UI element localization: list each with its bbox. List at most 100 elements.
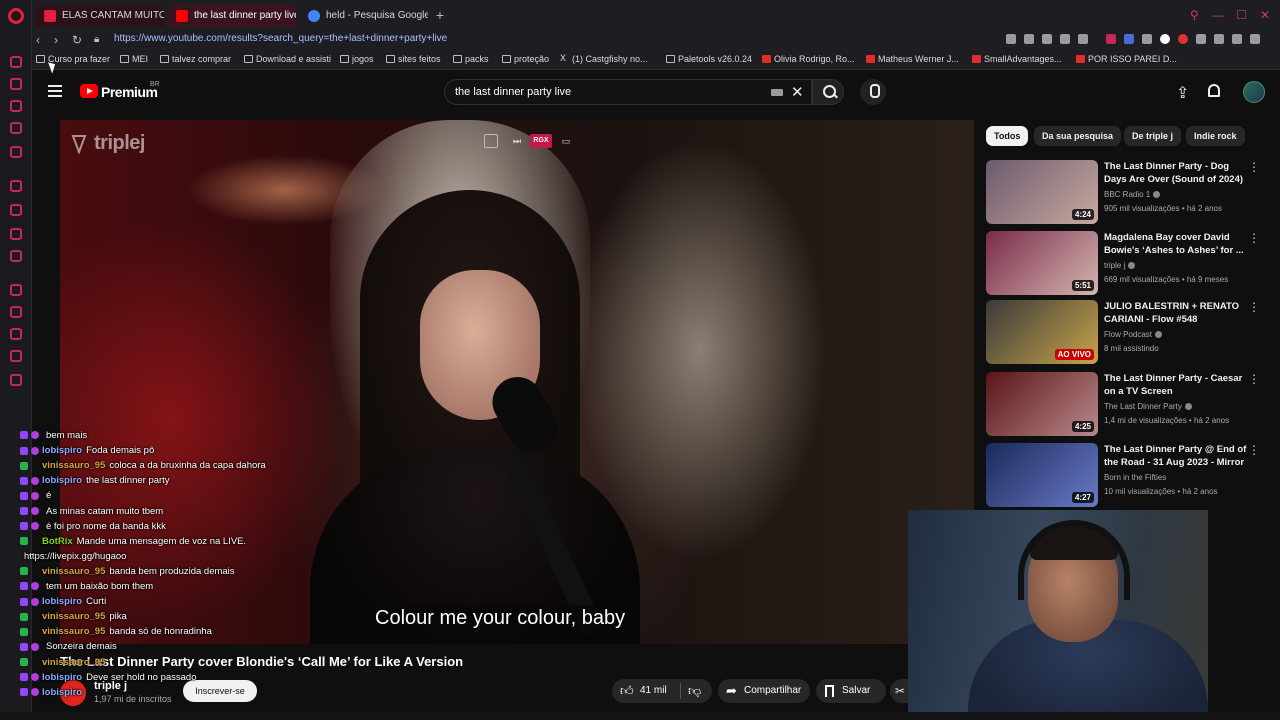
chat-username[interactable]: lobispiro xyxy=(42,596,82,607)
sidebar-x-icon[interactable] xyxy=(10,250,22,262)
extension-3-icon[interactable] xyxy=(1142,34,1152,44)
bookmark-item[interactable]: X (1) Castgfishy no... xyxy=(560,54,648,65)
new-tab-button[interactable]: + xyxy=(432,6,448,24)
url-field[interactable]: https://www.youtube.com/results?search_q… xyxy=(114,33,447,44)
dislike-icon[interactable]: 👎︎ xyxy=(688,683,701,699)
video-thumbnail[interactable]: 5:51 xyxy=(986,231,1098,295)
sidebar-settings-icon[interactable] xyxy=(10,374,22,386)
tab-google-search[interactable]: held - Pesquisa Google xyxy=(300,5,428,27)
miniplayer-icon[interactable] xyxy=(484,134,498,148)
extensions-icon[interactable] xyxy=(1214,34,1224,44)
chat-username[interactable]: lobispiro xyxy=(42,475,82,486)
tab-youtube-search[interactable]: the last dinner party live xyxy=(168,5,296,27)
search-input[interactable]: the last dinner party live ✕ xyxy=(444,79,812,105)
hamburger-menu-icon[interactable] xyxy=(48,85,62,97)
share-button[interactable]: ➦ Compartilhar xyxy=(718,679,810,703)
rgx-button[interactable]: RGX xyxy=(530,134,552,148)
bookmark-page-icon[interactable] xyxy=(1006,34,1016,44)
bookmark-item[interactable]: proteção xyxy=(502,54,549,64)
sidebar-twitch-icon[interactable] xyxy=(10,122,22,134)
extension-1-icon[interactable] xyxy=(1106,34,1116,44)
video-thumbnail[interactable]: 4:27 xyxy=(986,443,1098,507)
chat-username[interactable]: vinissauro_95 xyxy=(42,626,105,637)
save-button[interactable]: Salvar xyxy=(816,679,886,703)
chat-username[interactable]: vinissauro_95 xyxy=(42,611,105,622)
search-button[interactable] xyxy=(812,79,844,105)
sidebar-clock-icon[interactable] xyxy=(10,284,22,296)
back-icon[interactable]: ‹ xyxy=(36,32,40,48)
chip-todos[interactable]: Todos xyxy=(986,126,1029,146)
video-title[interactable]: The Last Dinner Party - Dog Days Are Ove… xyxy=(1104,160,1254,186)
extension-4-icon[interactable] xyxy=(1160,34,1170,44)
bookmark-item[interactable]: Download e assisti xyxy=(244,54,331,64)
more-options-icon[interactable]: ⋮ xyxy=(1248,160,1260,174)
tab-elas-cantam[interactable]: ELAS CANTAM MUITO! xyxy=(36,5,164,27)
shield-icon[interactable] xyxy=(1042,34,1052,44)
sidebar-whatsapp-icon[interactable] xyxy=(10,204,22,216)
bookmark-item[interactable]: sites feitos xyxy=(386,54,441,64)
clip-icon[interactable]: ✂ xyxy=(890,679,910,703)
recommendation-item[interactable]: 4:27 The Last Dinner Party @ End of the … xyxy=(986,443,1266,507)
maximize-icon[interactable]: ☐ xyxy=(1236,8,1247,22)
cast-icon[interactable]: ▭ xyxy=(560,134,572,148)
youtube-logo-icon[interactable] xyxy=(80,84,98,98)
ai-icon[interactable] xyxy=(1250,34,1260,44)
bookmark-item[interactable]: MEI xyxy=(120,54,148,64)
forward-icon[interactable]: › xyxy=(54,32,58,48)
chat-username[interactable]: lobispiro xyxy=(42,672,82,683)
extension-6-icon[interactable] xyxy=(1196,34,1206,44)
chip-da-sua-pesquisa[interactable]: Da sua pesquisa xyxy=(1034,126,1122,146)
chip-de-triple-j[interactable]: De triple j xyxy=(1124,126,1182,146)
search-tabs-icon[interactable]: ⚲ xyxy=(1190,8,1199,22)
bookmark-item[interactable]: Olivia Rodrigo, Ro... xyxy=(762,54,855,64)
sidebar-messenger-icon[interactable] xyxy=(10,56,22,68)
video-title[interactable]: JULIO BALESTRIN + RENATO CARIANI - Flow … xyxy=(1104,300,1254,326)
more-options-icon[interactable]: ⋮ xyxy=(1248,300,1260,314)
upload-icon[interactable]: ⇪ xyxy=(1176,83,1189,103)
video-title[interactable]: Magdalena Bay cover David Bowie's ‘Ashes… xyxy=(1104,231,1254,257)
bookmark-item[interactable]: packs xyxy=(453,54,489,64)
sidebar-chat-icon[interactable] xyxy=(10,180,22,192)
opera-logo-icon[interactable] xyxy=(8,8,24,24)
video-thumbnail[interactable]: AO VIVO xyxy=(986,300,1098,364)
notifications-icon[interactable] xyxy=(1208,84,1220,97)
sidebar-history-icon[interactable] xyxy=(10,78,22,90)
chat-username[interactable]: vinissauro_95 xyxy=(42,460,105,471)
video-thumbnail[interactable]: 4:24 xyxy=(986,160,1098,224)
bookmark-item[interactable]: Curso pra fazer xyxy=(36,54,110,64)
video-title[interactable]: The Last Dinner Party - Caesar on a TV S… xyxy=(1104,372,1254,398)
chat-username[interactable]: vinissauro_95 xyxy=(42,657,105,668)
lock-icon[interactable]: 🔒︎ xyxy=(94,32,99,48)
close-window-icon[interactable]: ✕ xyxy=(1260,8,1270,22)
sidebar-telegram-icon[interactable] xyxy=(10,228,22,240)
channel-name[interactable]: Born in the Fifties xyxy=(1104,473,1166,482)
sidebar-pin-icon[interactable] xyxy=(10,306,22,318)
extension-2-icon[interactable] xyxy=(1124,34,1134,44)
bookmark-item[interactable]: SmallAdvantages... xyxy=(972,54,1062,64)
more-options-icon[interactable]: ⋮ xyxy=(1248,372,1260,386)
video-title[interactable]: The Last Dinner Party @ End of the Road … xyxy=(1104,443,1254,469)
chat-username[interactable]: lobispiro xyxy=(42,445,82,456)
camera-icon[interactable] xyxy=(1078,34,1088,44)
pin-icon[interactable] xyxy=(1024,34,1034,44)
sidebar-extensions-icon[interactable] xyxy=(10,350,22,362)
channel-name[interactable]: triple j xyxy=(1104,261,1136,270)
recommendation-item[interactable]: AO VIVO JULIO BALESTRIN + RENATO CARIANI… xyxy=(986,300,1266,364)
like-count[interactable]: 41 mil xyxy=(640,685,667,696)
minimize-icon[interactable]: — xyxy=(1212,8,1224,22)
bookmark-item[interactable]: Matheus Werner J... xyxy=(866,54,959,64)
bookmark-item[interactable]: jogos xyxy=(340,54,374,64)
channel-name[interactable]: BBC Radio 1 xyxy=(1104,190,1161,199)
recommendation-item[interactable]: 4:24 The Last Dinner Party - Dog Days Ar… xyxy=(986,160,1266,224)
channel-name[interactable]: Flow Podcast xyxy=(1104,330,1163,339)
next-icon[interactable]: ⏭ xyxy=(511,134,523,148)
channel-name[interactable]: The Last Dinner Party xyxy=(1104,402,1192,411)
more-options-icon[interactable]: ⋮ xyxy=(1248,443,1260,457)
sidebar-history2-icon[interactable] xyxy=(10,328,22,340)
bookmark-item[interactable]: POR ISSO PAREI D... xyxy=(1076,54,1177,64)
extension-5-icon[interactable] xyxy=(1178,34,1188,44)
clear-search-icon[interactable]: ✕ xyxy=(791,83,804,101)
youtube-brand[interactable]: Premium xyxy=(101,84,158,100)
video-thumbnail[interactable]: 4:25 xyxy=(986,372,1098,436)
bookmark-item[interactable]: Paletools v26.0.24 xyxy=(666,54,752,64)
